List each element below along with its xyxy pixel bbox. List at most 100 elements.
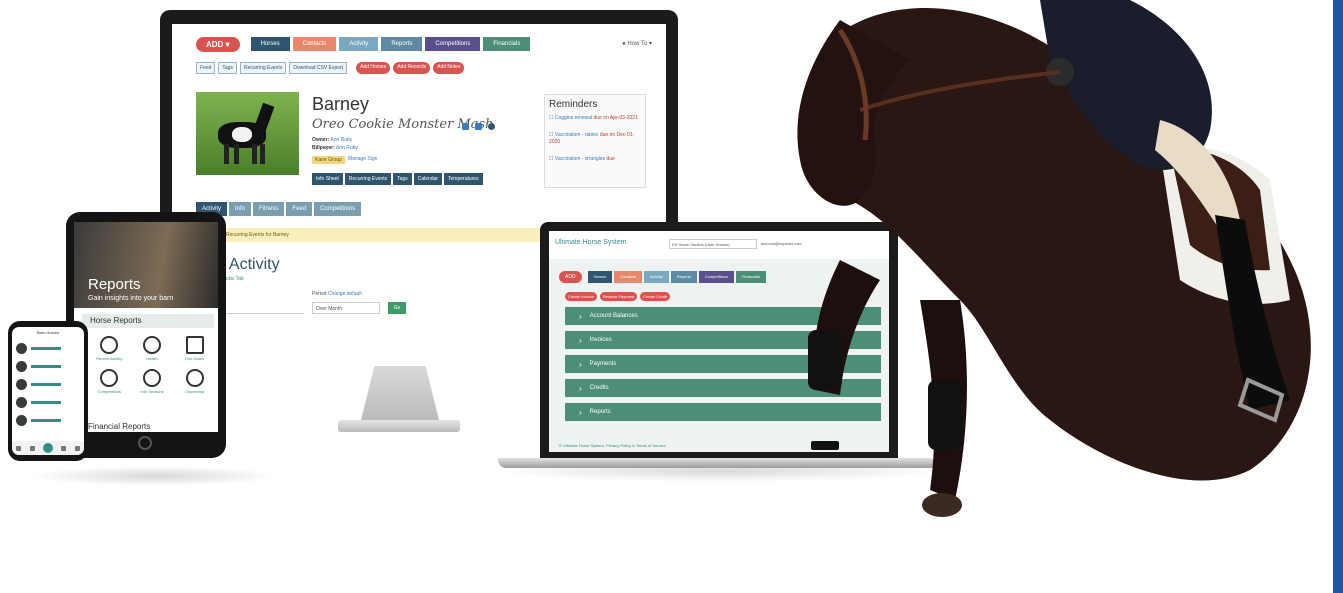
add-records-button[interactable]: Add Records: [393, 62, 431, 74]
horse-hoof: [922, 493, 962, 517]
leg-boot: [928, 380, 962, 450]
laptop-footer: © Ultimate Horse System. Privacy Policy …: [559, 443, 666, 448]
activity-filter-select[interactable]: [222, 302, 304, 314]
avatar: [16, 414, 27, 426]
nav-tab-financials[interactable]: Financials: [483, 37, 531, 51]
nav-tab-activity[interactable]: Activity: [339, 37, 379, 51]
create-invoice-button[interactable]: Create Invoice: [565, 292, 597, 301]
tablet-home-button[interactable]: [138, 436, 152, 450]
pony-neck: [253, 102, 275, 134]
list-item-line: [31, 418, 61, 422]
help-link[interactable]: ● How To ▾: [622, 40, 652, 47]
temperatures-button[interactable]: Temperatures: [444, 173, 483, 185]
tab-competitions[interactable]: Competitions: [314, 202, 362, 216]
desktop-add-button[interactable]: ADD ▾: [196, 36, 240, 52]
download-csv-button[interactable]: Download CSV Export: [289, 62, 348, 74]
reminder-item[interactable]: ☐ Vaccination - strangles due: [549, 156, 641, 163]
calendar-icon: [185, 336, 204, 354]
laptop-nav-financials[interactable]: Financials: [736, 271, 767, 283]
calendar-button[interactable]: Calendar: [413, 173, 443, 185]
laptop-nav-contacts[interactable]: Contacts: [614, 271, 643, 283]
reminders-title: Reminders: [549, 99, 598, 110]
tab-fitness[interactable]: Fitness: [253, 202, 285, 216]
phone: Barn Horses: [8, 321, 88, 461]
horse-ownership: Owner: Ann Ruby Billpayer: Ann Ruby: [312, 137, 358, 151]
recurring-events-button[interactable]: Recurring Events: [239, 62, 287, 74]
report-due-dates[interactable]: Due Dates: [173, 336, 216, 361]
tablet: Reports Gain insights into your barn Hor…: [66, 212, 226, 458]
owner-link[interactable]: Ann Ruby: [330, 137, 352, 143]
financial-reports-header: Financial Reports: [88, 422, 151, 431]
list-item-line: [31, 364, 61, 368]
info-sheet-button[interactable]: Info Sheet: [312, 173, 343, 185]
laptop-add-button[interactable]: ADD: [559, 271, 582, 283]
horse-and-rider-photo: [797, 0, 1311, 517]
monitor-base: [338, 420, 460, 432]
manage-sign-link[interactable]: Manage Sign: [348, 156, 377, 164]
print-icon[interactable]: [475, 123, 482, 130]
list-icon[interactable]: [29, 445, 35, 451]
list-item[interactable]: [16, 359, 80, 373]
laptop-nav-horses[interactable]: Horses: [587, 271, 613, 283]
leg-boot: [808, 330, 842, 390]
report-recent-activity[interactable]: Recent Activity: [88, 336, 131, 361]
list-item-line: [31, 400, 61, 404]
list-item[interactable]: [16, 341, 80, 355]
menu-icon[interactable]: [74, 445, 80, 451]
tags-button[interactable]: Tags: [218, 62, 237, 74]
create-credit-button[interactable]: Create Credit: [640, 292, 670, 301]
report-health[interactable]: Health: [131, 336, 174, 361]
horse-recurring-events-button[interactable]: Recurring Events: [344, 173, 392, 185]
history-icon: [100, 336, 119, 354]
tablet-screen: Reports Gain insights into your barn Hor…: [74, 222, 218, 432]
horse-tags-button[interactable]: Tags: [393, 173, 412, 185]
tab-info[interactable]: Info: [229, 202, 252, 216]
avatar: [16, 378, 27, 390]
phone-title: Barn Horses: [36, 330, 60, 335]
tab-feed[interactable]: Feed: [286, 202, 313, 216]
list-item-line: [31, 382, 61, 386]
nav-tab-contacts[interactable]: Contacts: [292, 37, 337, 51]
go-button[interactable]: Go: [388, 302, 406, 314]
calendar-icon[interactable]: [61, 445, 67, 451]
barn-select[interactable]: ES Horse Studios (User Horses): [669, 239, 757, 249]
horse-photo: [196, 92, 299, 175]
laptop-nav-reports[interactable]: Reports: [670, 271, 697, 283]
home-icon[interactable]: [16, 445, 22, 451]
horse-name: Barney: [312, 94, 370, 114]
info-icon[interactable]: [488, 123, 495, 130]
reminder-item[interactable]: ☐ Vaccination - rabies due on Dec-01-202…: [549, 132, 641, 146]
nav-tab-reports[interactable]: Reports: [381, 37, 423, 51]
laptop-nav-activity[interactable]: Activity: [644, 271, 669, 283]
recurring-events-banner: Recurring Events for Barney: [172, 228, 542, 242]
receive-payment-button[interactable]: Receive Payment: [599, 292, 638, 301]
monitor-stand: [360, 366, 440, 424]
edit-icon[interactable]: [462, 123, 469, 130]
report-competitions[interactable]: Competitions: [88, 369, 131, 394]
report-grid: Recent Activity Health Due Dates Competi…: [88, 336, 216, 394]
nav-tab-competitions[interactable]: Competitions: [425, 37, 481, 51]
reminder-item[interactable]: ☐ Coggins renewal due on Apr-03-2021: [549, 115, 641, 122]
pony-leg: [260, 144, 265, 164]
list-item-line: [31, 346, 61, 350]
report-info-sections[interactable]: Info Sections: [131, 369, 174, 394]
add-horses-button[interactable]: Add Horses: [356, 62, 391, 74]
person-icon: [185, 369, 204, 387]
period-select[interactable]: Over Month: [312, 302, 380, 314]
report-ownership[interactable]: Ownership: [173, 369, 216, 394]
add-icon[interactable]: [42, 443, 53, 453]
heart-icon: [142, 336, 161, 354]
list-item[interactable]: [16, 395, 80, 409]
feed-button[interactable]: Feed: [196, 62, 216, 74]
billpayer-link[interactable]: Ann Ruby: [336, 145, 358, 151]
desktop-sub-toolbar: Feed Tags Recurring Events Download CSV …: [196, 62, 465, 74]
laptop-nav-competitions[interactable]: Competitions: [698, 271, 735, 283]
list-item[interactable]: [16, 413, 80, 427]
add-notes-button[interactable]: Add Notes: [433, 62, 465, 74]
nav-tab-horses[interactable]: Horses: [250, 37, 290, 51]
avatar: [16, 360, 27, 372]
list-item[interactable]: [16, 377, 80, 391]
group-badge: Kane Group: [312, 156, 345, 164]
phone-tab-bar: [12, 441, 84, 455]
pony-leg: [234, 144, 239, 164]
